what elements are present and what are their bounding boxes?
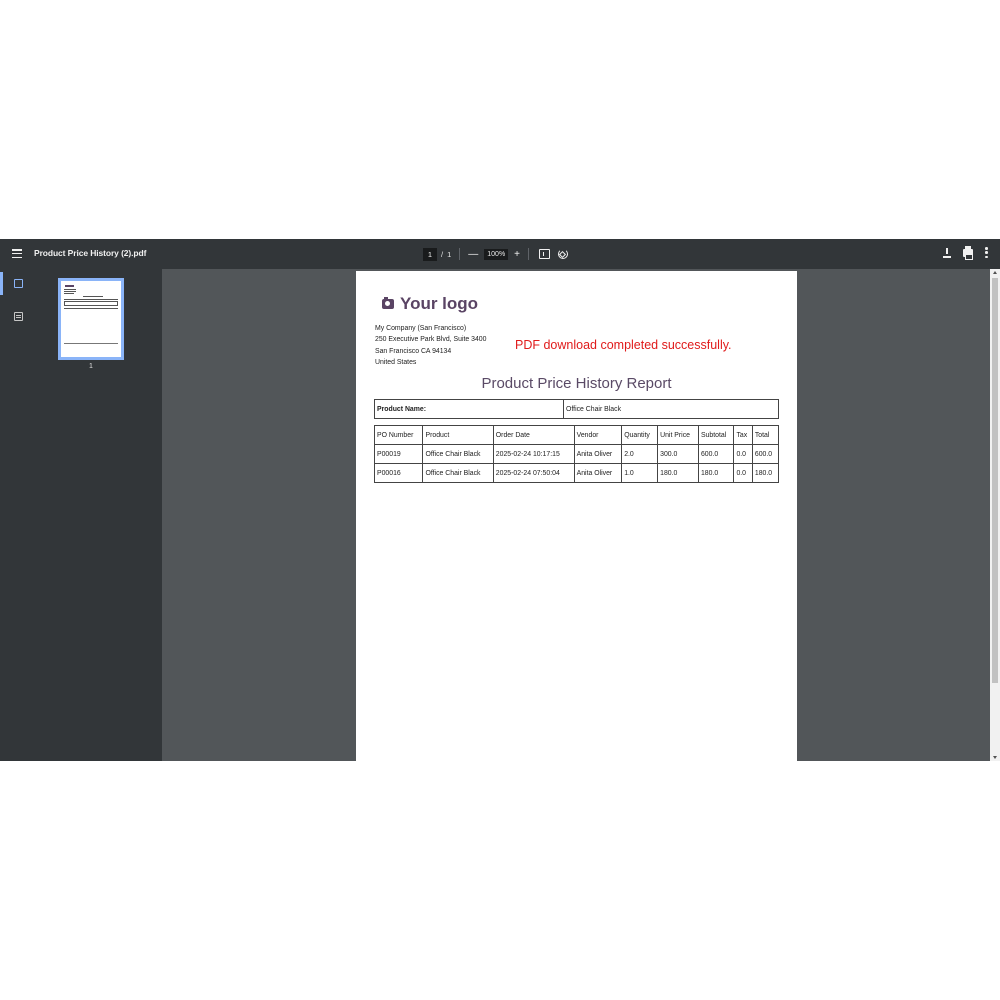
scroll-down-arrow-icon[interactable]: [993, 756, 997, 759]
column-header: Total: [751, 425, 780, 445]
table-cell: Anita Oliver: [573, 444, 623, 464]
print-icon[interactable]: [963, 245, 973, 260]
table-cell: P00016: [373, 463, 424, 483]
scroll-up-arrow-icon[interactable]: [993, 271, 997, 274]
rotate-icon[interactable]: [558, 249, 569, 259]
address-line: 250 Executive Park Blvd, Suite 3400: [375, 336, 487, 344]
download-status-message: PDF download completed successfully.: [515, 338, 732, 352]
table-cell: Office Chair Black: [422, 444, 494, 464]
table-cell: Anita Oliver: [573, 463, 623, 483]
table-cell: 2025-02-24 07:50:04: [492, 463, 575, 483]
table-cell: 2025-02-24 10:17:15: [492, 444, 575, 464]
company-address: My Company (San Francisco) 250 Executive…: [375, 323, 486, 368]
product-info-table: Product Name: Office Chair Black: [374, 399, 779, 419]
thumbnails-icon[interactable]: [14, 279, 23, 288]
zoom-input[interactable]: 100%: [484, 248, 509, 260]
page-controls: 1 / 1 — 100% +: [423, 246, 569, 262]
pdf-viewer: Product Price History (2).pdf 1 / 1 — 10…: [0, 239, 1000, 761]
table-row: Product Name: Office Chair Black: [374, 399, 779, 419]
logo-text: Your logo: [400, 294, 479, 313]
thumbnail-panel: 1: [36, 269, 162, 761]
table-cell: Office Chair Black: [422, 463, 494, 483]
column-header: Tax: [733, 425, 753, 445]
column-header: Unit Price: [657, 425, 699, 445]
pdf-page: Your logo My Company (San Francisco) 250…: [356, 271, 797, 761]
table-row: P00019 Office Chair Black 2025-02-24 10:…: [373, 444, 780, 464]
outline-icon[interactable]: [14, 312, 23, 321]
column-header: Quantity: [621, 425, 659, 445]
table-cell: 0.0: [733, 444, 753, 464]
zoom-in-button[interactable]: +: [514, 249, 520, 260]
price-history-table: PO Number Product Order Date Vendor Quan…: [373, 425, 780, 483]
column-header: PO Number: [373, 425, 424, 445]
viewer-toolbar: Product Price History (2).pdf 1 / 1 — 10…: [0, 239, 1000, 269]
document-title: Product Price History (2).pdf: [34, 248, 147, 258]
column-header: Subtotal: [697, 425, 735, 445]
table-cell: 180.0: [751, 463, 780, 483]
sidebar-rail: [0, 269, 36, 761]
table-header-row: PO Number Product Order Date Vendor Quan…: [373, 425, 780, 445]
toolbar-divider: [528, 248, 530, 260]
table-cell: 600.0: [697, 444, 735, 464]
table-cell: 0.0: [733, 463, 753, 483]
camera-icon: [382, 297, 394, 309]
column-header: Vendor: [573, 425, 623, 445]
toolbar-divider: [459, 248, 461, 260]
product-name-value: Office Chair Black: [563, 399, 779, 419]
page-separator: /: [441, 249, 444, 259]
table-cell: 180.0: [657, 463, 699, 483]
table-cell: 600.0: [751, 444, 780, 464]
thumbnail-page-number: 1: [89, 363, 93, 370]
toolbar-actions: [943, 245, 988, 260]
more-options-icon[interactable]: [985, 247, 988, 258]
table-row: P00016 Office Chair Black 2025-02-24 07:…: [373, 463, 780, 483]
zoom-out-button[interactable]: —: [468, 249, 478, 260]
page-number-input[interactable]: 1: [423, 247, 437, 261]
address-line: San Francisco CA 94134: [375, 347, 452, 355]
active-indicator: [0, 272, 3, 295]
fit-page-icon[interactable]: [539, 249, 551, 259]
scrollbar-thumb[interactable]: [992, 278, 998, 683]
table-cell: 2.0: [621, 444, 659, 464]
vertical-scrollbar[interactable]: [990, 269, 1000, 761]
table-cell: 1.0: [621, 463, 659, 483]
download-icon[interactable]: [943, 247, 951, 258]
column-header: Order Date: [492, 425, 575, 445]
page-thumbnail[interactable]: [58, 278, 124, 360]
table-cell: 180.0: [697, 463, 735, 483]
address-line: My Company (San Francisco): [375, 325, 467, 332]
table-cell: P00019: [373, 444, 424, 464]
page-total: 1: [447, 249, 452, 259]
product-name-label: Product Name:: [374, 399, 564, 419]
address-line: United States: [375, 358, 417, 366]
menu-icon[interactable]: [12, 247, 22, 261]
table-cell: 300.0: [657, 444, 699, 464]
report-title: Product Price History Report: [481, 375, 672, 392]
company-logo: Your logo: [382, 294, 478, 314]
column-header: Product: [422, 425, 494, 445]
